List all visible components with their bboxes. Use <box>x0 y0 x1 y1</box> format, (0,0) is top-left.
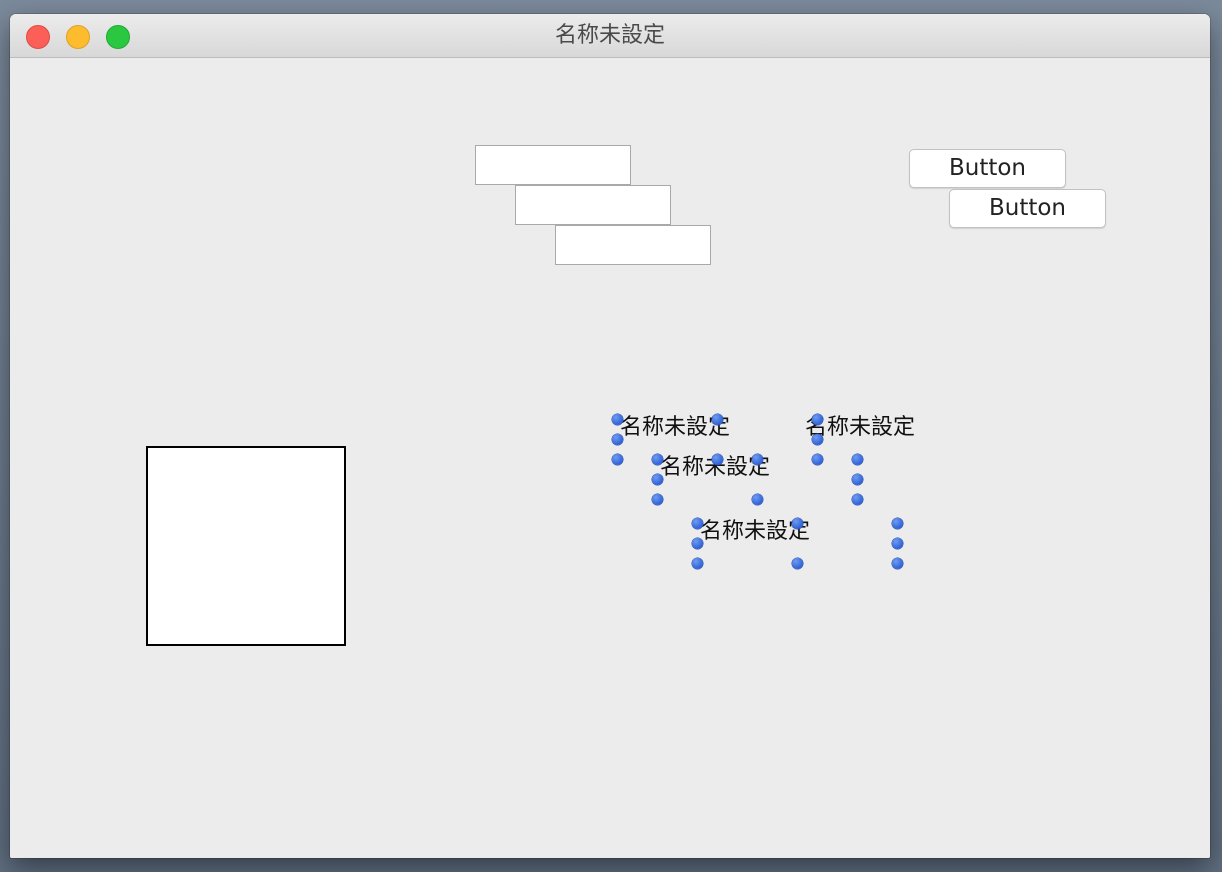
text-field-3[interactable] <box>555 225 711 265</box>
resize-handle[interactable] <box>892 538 903 549</box>
resize-handle[interactable] <box>812 434 823 445</box>
window-content: Button Button 名称未設定 名称未設定 名称未設定 名称未設定 <box>10 58 1210 858</box>
push-button-2[interactable]: Button <box>949 189 1106 228</box>
desktop: 名称未設定 Button Button 名称未設定 名称未設定 名称未設定 名称… <box>0 0 1222 872</box>
resize-handle[interactable] <box>752 494 763 505</box>
resize-handle[interactable] <box>652 494 663 505</box>
resize-handle[interactable] <box>852 454 863 465</box>
title-bar[interactable]: 名称未設定 <box>10 14 1210 58</box>
resize-handle[interactable] <box>752 454 763 465</box>
zoom-button[interactable] <box>106 25 130 49</box>
resize-handle[interactable] <box>852 474 863 485</box>
app-window: 名称未設定 Button Button 名称未設定 名称未設定 名称未設定 名称… <box>10 14 1210 858</box>
resize-handle[interactable] <box>852 494 863 505</box>
text-field-2[interactable] <box>515 185 671 225</box>
minimize-button[interactable] <box>66 25 90 49</box>
resize-handle[interactable] <box>812 454 823 465</box>
resize-handle[interactable] <box>892 558 903 569</box>
resize-handle[interactable] <box>812 414 823 425</box>
resize-handle[interactable] <box>652 454 663 465</box>
resize-handle[interactable] <box>792 558 803 569</box>
text-field-1[interactable] <box>475 145 631 185</box>
resize-handle[interactable] <box>692 538 703 549</box>
resize-handle[interactable] <box>892 518 903 529</box>
resize-handle[interactable] <box>612 434 623 445</box>
resize-handle[interactable] <box>712 454 723 465</box>
resize-handle[interactable] <box>692 558 703 569</box>
resize-handle[interactable] <box>612 454 623 465</box>
resize-handle[interactable] <box>612 414 623 425</box>
resize-handle[interactable] <box>792 518 803 529</box>
close-button[interactable] <box>26 25 50 49</box>
resize-handle[interactable] <box>652 474 663 485</box>
window-title: 名称未設定 <box>554 23 665 48</box>
resize-handle[interactable] <box>692 518 703 529</box>
resize-handle[interactable] <box>712 414 723 425</box>
custom-view[interactable] <box>146 446 346 646</box>
push-button-1[interactable]: Button <box>909 149 1066 188</box>
